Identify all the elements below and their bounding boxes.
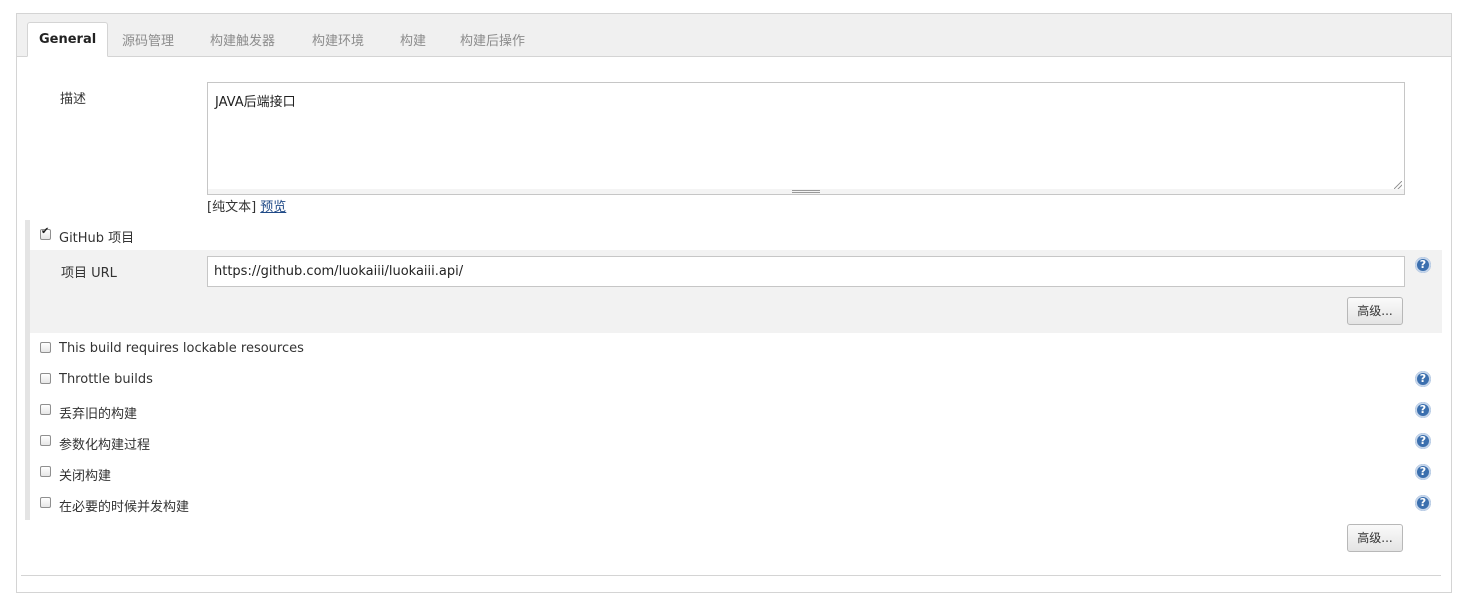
tab-build-triggers[interactable]: 构建触发器 (210, 30, 275, 49)
section-divider (21, 575, 1441, 576)
tab-build-environment[interactable]: 构建环境 (312, 30, 364, 49)
disable-build-checkbox[interactable] (40, 466, 51, 477)
throttle-builds-label: Throttle builds (59, 372, 153, 387)
github-advanced-button[interactable]: 高级... (1347, 297, 1403, 325)
project-url-label: 项目 URL (61, 266, 117, 281)
disable-build-label: 关闭构建 (59, 469, 112, 484)
tab-source-code[interactable]: 源码管理 (122, 30, 174, 49)
job-config-panel: General 源码管理 构建触发器 构建环境 构建 构建后操作 描述 JAVA… (16, 13, 1452, 593)
concurrent-build-checkbox[interactable] (40, 497, 51, 508)
github-project-checkbox[interactable] (40, 226, 51, 240)
throttle-builds-help-icon[interactable]: ? (1415, 371, 1431, 387)
description-label: 描述 (60, 92, 87, 107)
parameterized-build-help-icon[interactable]: ? (1415, 433, 1431, 449)
concurrent-build-label: 在必要的时候并发构建 (59, 500, 190, 515)
project-url-help-icon[interactable]: ? (1415, 257, 1431, 273)
disable-build-help-icon[interactable]: ? (1415, 464, 1431, 480)
description-format-line: [纯文本] 预览 (207, 196, 286, 215)
discard-old-builds-help-icon[interactable]: ? (1415, 402, 1431, 418)
tab-build[interactable]: 构建 (400, 30, 426, 49)
description-text: JAVA后端接口 (215, 95, 296, 110)
lockable-resources-checkbox[interactable] (40, 342, 51, 353)
parameterized-build-checkbox[interactable] (40, 435, 51, 446)
preview-link[interactable]: 预览 (260, 200, 286, 215)
tab-post-build-actions[interactable]: 构建后操作 (460, 30, 525, 49)
general-advanced-button[interactable]: 高级... (1347, 524, 1403, 552)
resize-corner-icon[interactable] (1394, 181, 1402, 189)
throttle-builds-checkbox[interactable] (40, 373, 51, 384)
format-plain-text: [纯文本] (207, 200, 257, 215)
textarea-resize-grip[interactable] (207, 189, 1405, 195)
tab-general[interactable]: General (27, 22, 109, 57)
github-project-label: GitHub 项目 (59, 231, 135, 246)
discard-old-builds-label: 丢弃旧的构建 (59, 407, 138, 422)
parameterized-build-label: 参数化构建过程 (59, 438, 151, 453)
project-url-input[interactable] (207, 256, 1405, 287)
concurrent-build-help-icon[interactable]: ? (1415, 495, 1431, 511)
lockable-resources-label: This build requires lockable resources (59, 341, 304, 356)
grip-lines-icon (792, 190, 820, 193)
config-tab-bar: General 源码管理 构建触发器 构建环境 构建 构建后操作 (17, 14, 1451, 57)
discard-old-builds-checkbox[interactable] (40, 404, 51, 415)
description-textarea[interactable]: JAVA后端接口 (207, 82, 1405, 192)
